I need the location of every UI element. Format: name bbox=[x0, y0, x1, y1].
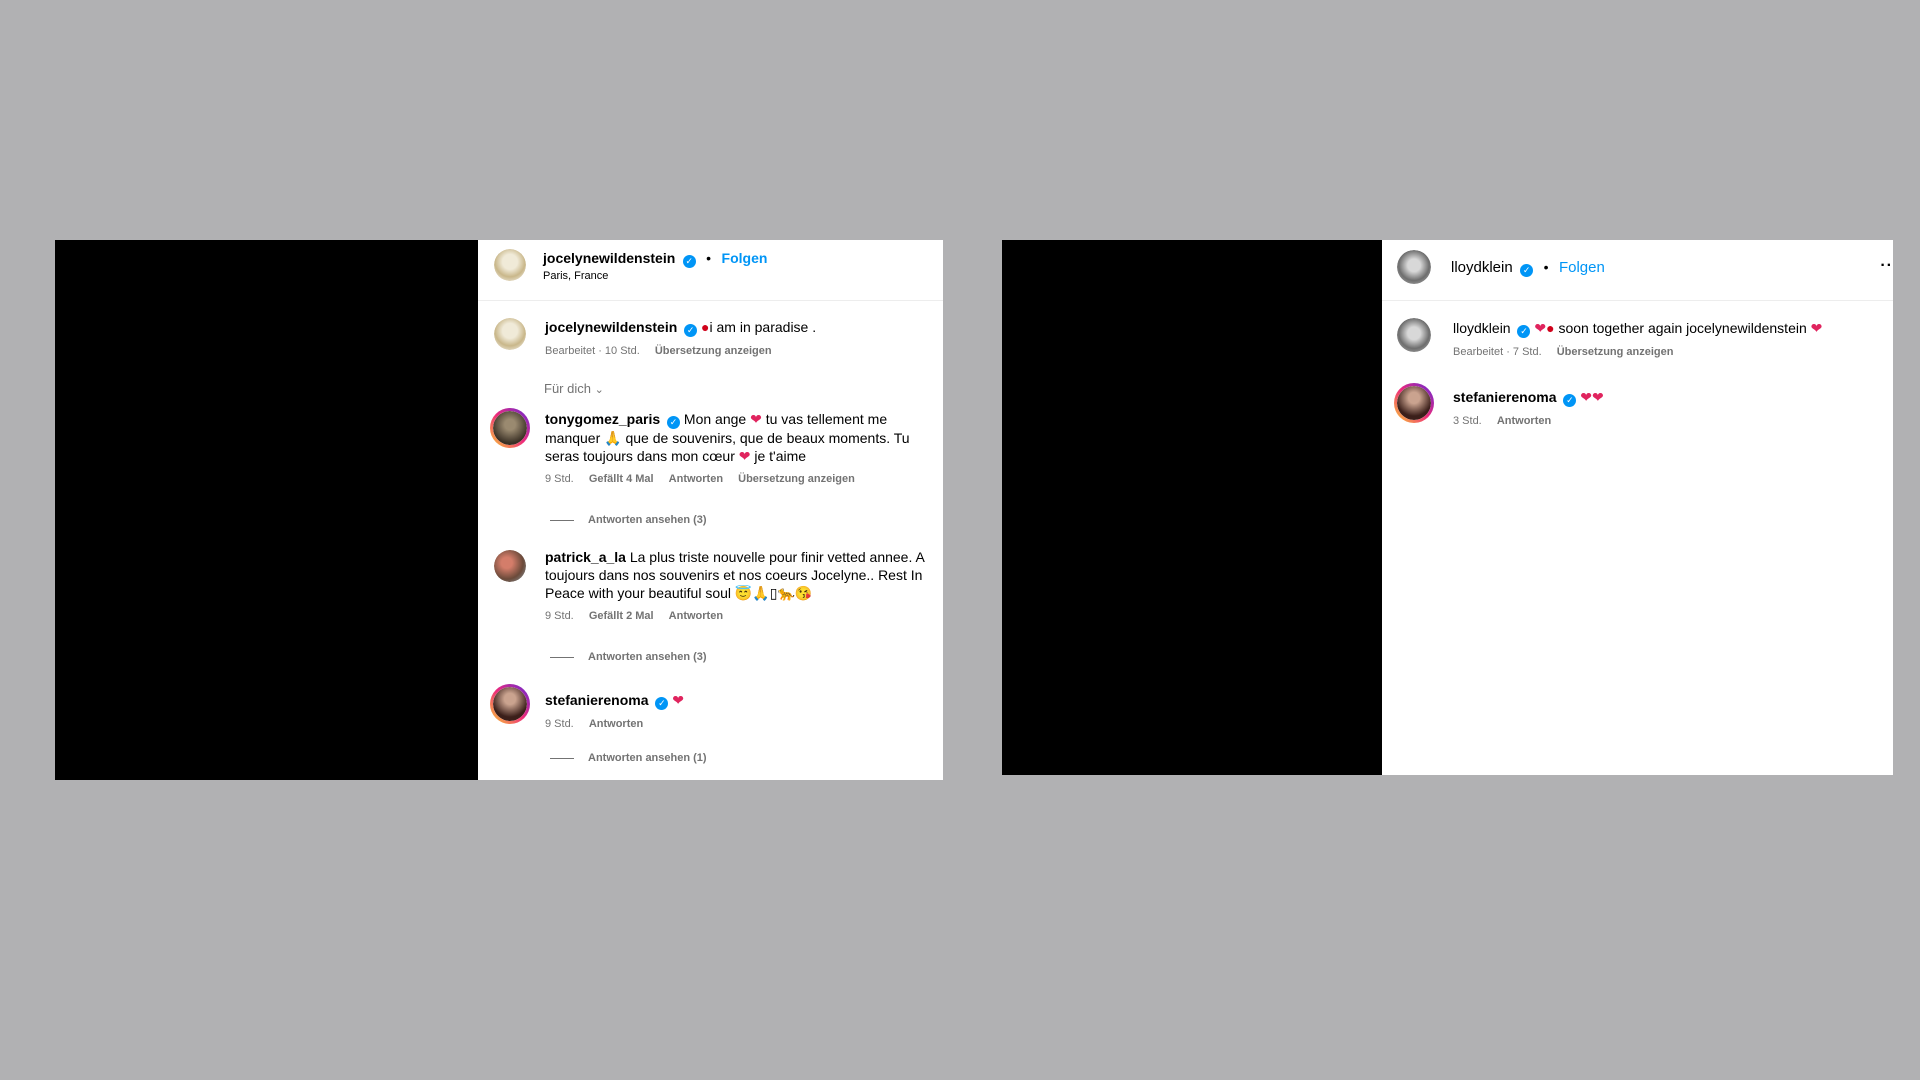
post-author-username[interactable]: jocelynewildenstein bbox=[543, 250, 675, 266]
caption-meta: Bearbeitet · 7 Std. Übersetzung anzeigen bbox=[1453, 346, 1893, 358]
comment-meta: 9 Std. Gefällt 2 Mal Antworten bbox=[545, 610, 937, 622]
verified-icon: ✓ bbox=[682, 255, 696, 268]
verified-icon: ✓ bbox=[1517, 325, 1531, 338]
heart-icon: ❤ bbox=[672, 692, 684, 708]
blood-drop-icon: ● bbox=[1546, 320, 1555, 336]
blood-drop-icon: ● bbox=[701, 319, 710, 335]
view-replies-button[interactable]: Antworten ansehen (3) bbox=[550, 514, 707, 526]
avatar[interactable] bbox=[490, 684, 530, 724]
view-replies-button[interactable]: Antworten ansehen (3) bbox=[550, 651, 707, 663]
post-sidebar: lloydklein ✓ • Folgen ·· lloydklein ✓ ❤●… bbox=[1382, 240, 1893, 775]
post-sidebar: jocelynewildenstein ✓ • Folgen Paris, Fr… bbox=[478, 240, 943, 780]
comment-time: 9 Std. bbox=[545, 610, 574, 622]
translate-link[interactable]: Übersetzung anzeigen bbox=[1557, 346, 1674, 358]
comment-text: Mon ange bbox=[683, 411, 747, 427]
translate-link[interactable]: Übersetzung anzeigen bbox=[655, 345, 772, 357]
translate-link[interactable]: Übersetzung anzeigen bbox=[738, 473, 855, 485]
divider bbox=[550, 519, 574, 521]
view-replies-button[interactable]: Antworten ansehen (1) bbox=[550, 752, 707, 764]
comment-username[interactable]: stefanierenoma bbox=[545, 692, 648, 708]
post-media[interactable] bbox=[55, 240, 478, 780]
avatar[interactable] bbox=[1394, 383, 1434, 423]
avatar[interactable] bbox=[494, 550, 526, 582]
separator-dot: • bbox=[1543, 259, 1549, 275]
likes-count[interactable]: Gefällt 2 Mal bbox=[589, 610, 654, 622]
view-replies-label: Antworten ansehen (3) bbox=[588, 514, 707, 526]
post-caption: jocelynewildenstein ✓ ●i am in paradise … bbox=[545, 318, 935, 357]
heart-icon: ❤ bbox=[750, 411, 762, 427]
edited-time: Bearbeitet · 7 Std. bbox=[1453, 346, 1542, 358]
divider bbox=[550, 656, 574, 658]
comment-username[interactable]: patrick_a_la bbox=[545, 549, 626, 565]
edited-time: Bearbeitet · 10 Std. bbox=[545, 345, 640, 357]
likes-count[interactable]: Gefällt 4 Mal bbox=[589, 473, 654, 485]
reply-button[interactable]: Antworten bbox=[1497, 415, 1551, 427]
avatar[interactable] bbox=[1397, 250, 1431, 284]
comment-item: stefanierenoma ✓ ❤❤ 3 Std. Antworten bbox=[1453, 388, 1873, 427]
comment-username[interactable]: stefanierenoma bbox=[1453, 389, 1556, 405]
right-post-panel: lloydklein ✓ • Folgen ·· lloydklein ✓ ❤●… bbox=[1002, 240, 1893, 775]
verified-icon: ✓ bbox=[1563, 394, 1577, 407]
post-author-username[interactable]: lloydklein bbox=[1451, 259, 1513, 276]
caption-username[interactable]: lloydklein bbox=[1453, 320, 1511, 336]
filter-label: Für dich bbox=[544, 381, 591, 396]
heart-icon: ❤ bbox=[1810, 320, 1823, 336]
caption-text: i am in paradise . bbox=[709, 319, 817, 335]
verified-icon: ✓ bbox=[667, 416, 681, 429]
avatar[interactable] bbox=[494, 318, 526, 350]
comment-item: tonygomez_paris ✓ Mon ange ❤ tu vas tell… bbox=[545, 410, 930, 485]
left-post-panel: jocelynewildenstein ✓ • Folgen Paris, Fr… bbox=[55, 240, 943, 780]
chevron-down-icon: ⌄ bbox=[594, 384, 604, 396]
comment-text: que de souvenirs, que de beaux moments. … bbox=[545, 430, 910, 464]
comment-meta: 9 Std. Antworten bbox=[545, 718, 930, 730]
separator-dot: • bbox=[706, 250, 712, 266]
heart-icon: ❤ bbox=[1580, 389, 1592, 405]
more-options-icon[interactable]: ·· bbox=[1880, 257, 1893, 275]
post-header: lloydklein ✓ • Folgen ·· bbox=[1382, 240, 1893, 301]
avatar[interactable] bbox=[494, 249, 526, 281]
pray-icon: 🙏 bbox=[604, 430, 622, 446]
follow-button[interactable]: Folgen bbox=[722, 250, 768, 266]
comment-time: 9 Std. bbox=[545, 718, 574, 730]
comment-item: stefanierenoma ✓ ❤ 9 Std. Antworten bbox=[545, 691, 930, 730]
comment-username[interactable]: tonygomez_paris bbox=[545, 411, 660, 427]
comment-meta: 3 Std. Antworten bbox=[1453, 415, 1873, 427]
comment-emojis: 😇🙏▯🐆😘 bbox=[734, 585, 813, 601]
heart-icon: ❤ bbox=[1592, 389, 1604, 405]
comment-time: 3 Std. bbox=[1453, 415, 1482, 427]
reply-button[interactable]: Antworten bbox=[669, 610, 723, 622]
comment-text: je t'aime bbox=[754, 448, 807, 464]
reply-button[interactable]: Antworten bbox=[669, 473, 723, 485]
heart-icon: ❤ bbox=[738, 448, 751, 464]
post-media[interactable] bbox=[1002, 240, 1382, 775]
verified-icon: ✓ bbox=[655, 697, 669, 710]
heart-icon: ❤ bbox=[1534, 320, 1547, 336]
follow-button[interactable]: Folgen bbox=[1559, 259, 1605, 276]
comment-filter-dropdown[interactable]: Für dich ⌄ bbox=[544, 381, 604, 396]
comment-meta: 9 Std. Gefällt 4 Mal Antworten Übersetzu… bbox=[545, 473, 930, 485]
avatar[interactable] bbox=[490, 408, 530, 448]
verified-icon: ✓ bbox=[684, 324, 698, 337]
caption-username[interactable]: jocelynewildenstein bbox=[545, 319, 677, 335]
verified-icon: ✓ bbox=[1520, 264, 1534, 277]
view-replies-label: Antworten ansehen (1) bbox=[588, 752, 707, 764]
reply-button[interactable]: Antworten bbox=[589, 718, 643, 730]
post-caption: lloydklein ✓ ❤● soon together again joce… bbox=[1453, 319, 1893, 358]
caption-text: soon together again jocelynewildenstein bbox=[1558, 320, 1807, 336]
view-replies-label: Antworten ansehen (3) bbox=[588, 651, 707, 663]
post-header: jocelynewildenstein ✓ • Folgen Paris, Fr… bbox=[478, 240, 943, 301]
caption-meta: Bearbeitet · 10 Std. Übersetzung anzeige… bbox=[545, 345, 935, 357]
comment-item: patrick_a_la La plus triste nouvelle pou… bbox=[545, 548, 937, 622]
comment-time: 9 Std. bbox=[545, 473, 574, 485]
post-location[interactable]: Paris, France bbox=[543, 270, 608, 282]
divider bbox=[550, 757, 574, 759]
avatar[interactable] bbox=[1397, 318, 1431, 352]
